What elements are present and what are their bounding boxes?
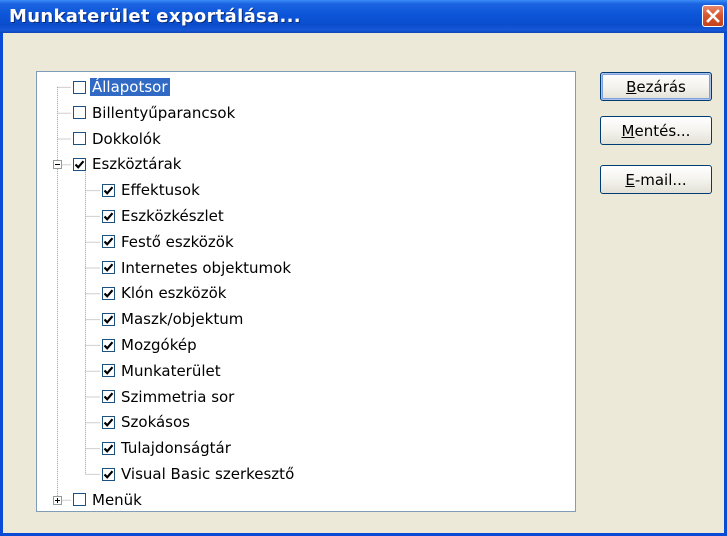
tree-item-label: Munkaterület [121, 361, 221, 380]
tree-item-label: Tulajdonságtár [121, 439, 231, 458]
tree-item-label: Festő eszközök [121, 232, 234, 251]
tree-item-label: Eszköztárak [92, 155, 182, 174]
tree-item[interactable]: Szokásos [102, 409, 192, 435]
tree-item-checkbox[interactable] [73, 493, 86, 507]
tree-item-label: Klón eszközök [121, 284, 227, 303]
checkmark-icon [103, 392, 114, 402]
tree-item-checkbox[interactable] [102, 235, 115, 249]
email-button-label: -mail... [634, 170, 687, 189]
tree-item[interactable]: Eszköztárak [73, 151, 184, 177]
checkmark-icon [103, 340, 114, 350]
tree-item[interactable]: Visual Basic szerkesztő [102, 461, 296, 487]
checkmark-icon [103, 211, 114, 221]
window-title: Munkaterület exportálása... [9, 6, 301, 27]
tree-item[interactable]: Dokkolók [73, 126, 163, 152]
tree-item[interactable]: Tulajdonságtár [102, 435, 233, 461]
export-tree-view[interactable]: Állapotsor Billentyűparancsok Dokkolók Eszk… [36, 71, 576, 512]
tree-item-label: Dokkolók [92, 129, 161, 148]
save-button[interactable]: Mentés... [600, 116, 712, 145]
tree-item[interactable]: Állapotsor [73, 74, 170, 100]
tree-item-checkbox[interactable] [102, 415, 115, 429]
tree-item[interactable]: Mozgókép [102, 332, 199, 358]
checkmark-icon [103, 418, 114, 427]
tree-item-checkbox[interactable] [102, 467, 115, 481]
tree-item[interactable]: Munkaterület [102, 358, 223, 384]
title-bar[interactable]: Munkaterület exportálása... [0, 0, 727, 33]
expand-icon[interactable] [53, 495, 62, 505]
tree-item-checkbox[interactable] [102, 261, 115, 275]
export-workspace-dialog: Munkaterület exportálása... Állapotsor Bi… [0, 0, 727, 536]
checkmark-icon [103, 263, 114, 273]
tree-item-checkbox[interactable] [102, 364, 115, 378]
tree-item-checkbox[interactable] [102, 312, 115, 326]
tree-item-label: Billentyűparancsok [92, 103, 236, 122]
email-button-mnemonic: E [625, 170, 635, 189]
tree-item-label: Effektusok [121, 181, 200, 200]
tree-item-checkbox[interactable] [73, 80, 86, 94]
tree-item-checkbox[interactable] [102, 183, 115, 197]
close-window-button[interactable] [702, 5, 724, 27]
tree-item-label: Mozgókép [121, 336, 197, 354]
collapse-icon[interactable] [53, 160, 62, 170]
checkmark-icon [103, 366, 114, 376]
tree-item[interactable]: Billentyűparancsok [73, 100, 237, 126]
checkmark-icon [103, 315, 114, 324]
tree-item-checkbox[interactable] [73, 106, 86, 120]
tree-item-checkbox[interactable] [73, 157, 86, 171]
tree-item-checkbox[interactable] [102, 441, 115, 455]
checkmark-icon [74, 160, 85, 169]
tree-item[interactable]: Festő eszközök [102, 229, 236, 255]
save-button-label: entés... [634, 121, 691, 140]
checkmark-icon [103, 186, 114, 195]
tree-item[interactable]: Maszk/objektum [102, 306, 245, 332]
tree-item-checkbox[interactable] [73, 132, 86, 146]
tree-item[interactable]: Szimmetria sor [102, 384, 236, 410]
tree-item[interactable]: Effektusok [102, 177, 202, 203]
tree-item-label: Eszközkészlet [121, 207, 224, 225]
checkmark-icon [103, 237, 114, 247]
close-button[interactable]: Bezárás [600, 72, 712, 101]
checkmark-icon [103, 444, 114, 453]
save-button-mnemonic: M [621, 121, 635, 140]
checkmark-icon [103, 289, 114, 298]
tree-item-checkbox[interactable] [102, 390, 115, 404]
close-button-label: ezárás [636, 77, 686, 96]
tree-item-label: Visual Basic szerkesztő [121, 465, 295, 483]
close-button-mnemonic: B [626, 77, 637, 96]
email-button[interactable]: E -mail... [600, 165, 712, 194]
tree-item-checkbox[interactable] [102, 209, 115, 223]
tree-item[interactable]: Klón eszközök [102, 280, 228, 306]
tree-item-label: Szokásos [121, 413, 190, 432]
tree-item-label: Internetes objektumok [121, 258, 292, 277]
tree-item-checkbox[interactable] [102, 338, 115, 352]
tree-item-label: Állapotsor [90, 78, 170, 96]
tree-item[interactable]: Internetes objektumok [102, 255, 293, 281]
tree-item[interactable]: Menük [73, 487, 144, 511]
tree-item-label: Maszk/objektum [121, 310, 244, 329]
tree-item-checkbox[interactable] [102, 286, 115, 300]
close-icon [706, 9, 720, 23]
checkmark-icon [103, 469, 114, 479]
tree-item-label: Menük [92, 490, 142, 509]
tree-item[interactable]: Eszközkészlet [102, 203, 226, 229]
tree-item-label: Szimmetria sor [121, 387, 235, 406]
